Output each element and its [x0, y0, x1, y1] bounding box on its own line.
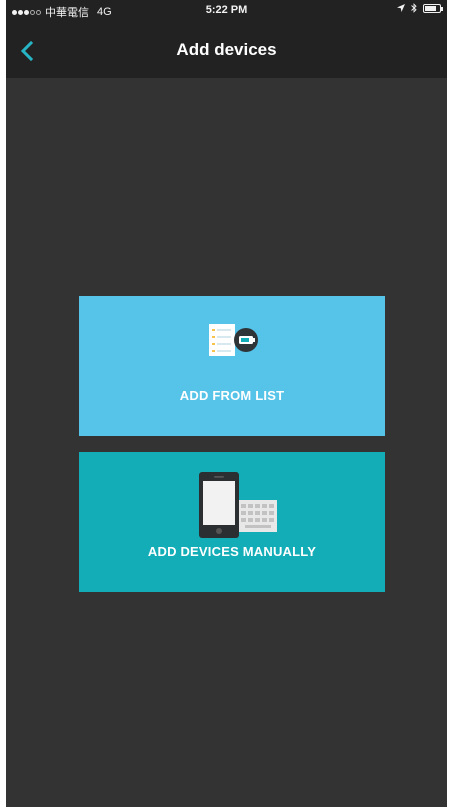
status-bar: 中華電信 4G 5:22 PM [6, 0, 447, 22]
bluetooth-icon [411, 3, 417, 13]
nav-bar: Add devices [6, 22, 447, 78]
status-time: 5:22 PM [205, 4, 248, 16]
battery-icon [423, 3, 443, 13]
add-devices-manually-button[interactable]: ADD DEVICES MANUALLY [79, 452, 385, 592]
status-right [397, 3, 443, 13]
add-from-list-label: ADD FROM LIST [179, 388, 285, 403]
list-device-icon [79, 318, 385, 367]
add-devices-manually-label: ADD DEVICES MANUALLY [147, 544, 317, 559]
app-screen: 中華電信 4G 5:22 PM Add devices ADD FROM LIS… [6, 0, 447, 807]
add-from-list-button[interactable]: ADD FROM LIST [79, 296, 385, 436]
page-title: Add devices [176, 40, 277, 59]
location-arrow-icon [397, 4, 405, 12]
top-bar: 中華電信 4G 5:22 PM Add devices [6, 0, 447, 78]
battery-fill [425, 5, 437, 11]
phone-keyboard-icon [79, 472, 385, 543]
